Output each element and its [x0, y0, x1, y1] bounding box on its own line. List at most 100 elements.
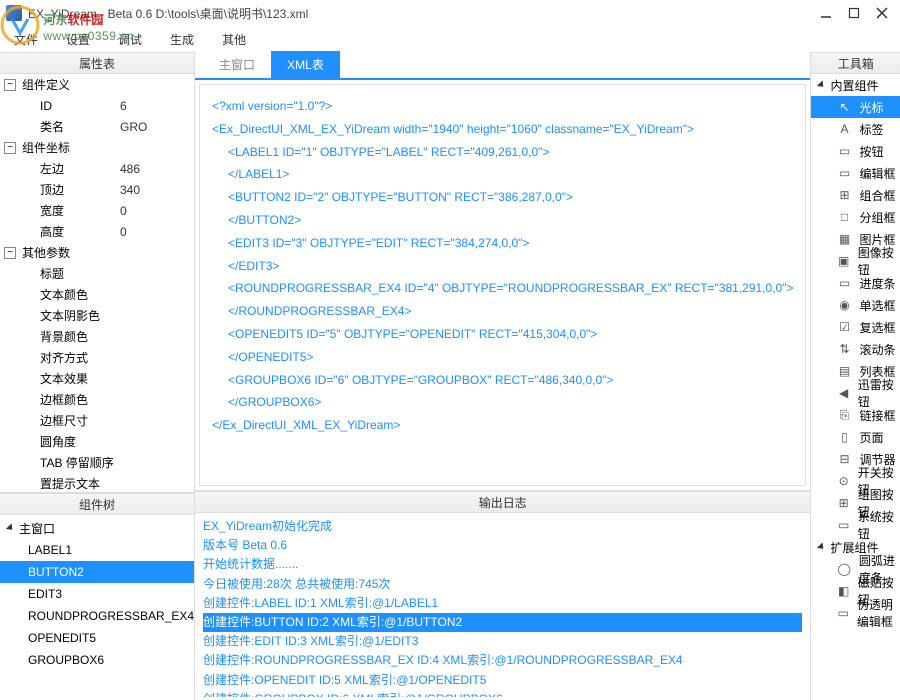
tool-icon: ▦ — [837, 232, 851, 246]
tool-group[interactable]: 内置组件 — [811, 74, 900, 96]
props-panel-header: 属性表 — [0, 52, 194, 74]
prop-row[interactable]: 左边486 — [0, 158, 194, 179]
tool-单选框[interactable]: ◉单选框 — [811, 294, 900, 316]
tool-icon: ◀ — [837, 386, 849, 400]
log-line[interactable]: 创建控件:GROUPBOX ID:6 XML索引:@1/GROUPBOX6 — [203, 690, 802, 697]
tool-标签[interactable]: A标签 — [811, 118, 900, 140]
prop-row[interactable]: 置提示文本 — [0, 473, 194, 492]
tool-按钮[interactable]: ▭按钮 — [811, 140, 900, 162]
menu-调试[interactable]: 调试 — [118, 31, 142, 48]
app-icon — [6, 5, 22, 21]
tool-页面[interactable]: ▯页面 — [811, 426, 900, 448]
log-line[interactable]: 创建控件:LABEL ID:1 XML索引:@1/LABEL1 — [203, 594, 802, 613]
tool-icon: ⊟ — [837, 452, 851, 466]
prop-group[interactable]: −其他参数 — [0, 242, 194, 263]
tool-icon: ◉ — [837, 298, 851, 312]
chevron-down-icon — [817, 80, 826, 89]
prop-row[interactable]: 标题 — [0, 263, 194, 284]
tool-icon: ⇅ — [837, 342, 851, 356]
prop-row[interactable]: 高度0 — [0, 221, 194, 242]
prop-row[interactable]: 类名GRO — [0, 116, 194, 137]
tree-item[interactable]: EDIT3 — [0, 583, 194, 605]
prop-row[interactable]: 圆角度 — [0, 431, 194, 452]
tool-分组框[interactable]: □分组框 — [811, 206, 900, 228]
expand-icon[interactable]: − — [4, 142, 16, 154]
tool-icon: ⊙ — [837, 474, 849, 488]
tool-滚动条[interactable]: ⇅滚动条 — [811, 338, 900, 360]
log-line[interactable]: 开始统计数据....... — [203, 555, 802, 574]
close-button[interactable] — [876, 7, 888, 19]
log-line[interactable]: 创建控件:OPENEDIT ID:5 XML索引:@1/OPENEDIT5 — [203, 671, 802, 690]
tree-item[interactable]: BUTTON2 — [0, 561, 194, 583]
xml-line: </OPENEDIT5> — [212, 346, 793, 369]
tool-图像按钮[interactable]: ▣图像按钮 — [811, 250, 900, 272]
tool-伪透明编辑框[interactable]: ▭伪透明编辑框 — [811, 602, 900, 624]
maximize-button[interactable] — [848, 7, 860, 19]
tool-系统按钮[interactable]: ▭系统按钮 — [811, 514, 900, 536]
menu-文件[interactable]: 文件 — [14, 31, 38, 48]
tool-icon: ⊞ — [837, 188, 851, 202]
menu-其他[interactable]: 其他 — [222, 31, 246, 48]
log-panel-header: 输出日志 — [195, 491, 810, 513]
props-panel: −组件定义ID6类名GRO−组件坐标左边486顶边340宽度0高度0−其他参数标… — [0, 74, 194, 492]
log-line[interactable]: EX_YiDream初始化完成 — [203, 517, 802, 536]
log-line[interactable]: 今日被使用:28次 总共被使用:745次 — [203, 575, 802, 594]
xml-line: </LABEL1> — [212, 163, 793, 186]
log-line[interactable]: 创建控件:ROUNDPROGRESSBAR_EX ID:4 XML索引:@1/R… — [203, 651, 802, 670]
tool-复选框[interactable]: ☑复选框 — [811, 316, 900, 338]
xml-line: <LABEL1 ID="1" OBJTYPE="LABEL" RECT="409… — [212, 141, 793, 164]
prop-row[interactable]: 边框尺寸 — [0, 410, 194, 431]
tree-panel-header: 组件树 — [0, 493, 194, 515]
menu-生成[interactable]: 生成 — [170, 31, 194, 48]
toolbox: 内置组件↖光标A标签▭按钮▭编辑框⊞组合框□分组框▦图片框▣图像按钮▭进度条◉单… — [811, 74, 900, 698]
prop-row[interactable]: ID6 — [0, 95, 194, 116]
log-line[interactable]: 创建控件:BUTTON ID:2 XML索引:@1/BUTTON2 — [203, 613, 802, 632]
tool-光标[interactable]: ↖光标 — [811, 96, 900, 118]
tool-icon: ⎘ — [837, 408, 851, 422]
prop-row[interactable]: 宽度0 — [0, 200, 194, 221]
xml-line: <BUTTON2 ID="2" OBJTYPE="BUTTON" RECT="3… — [212, 186, 793, 209]
minimize-button[interactable] — [820, 7, 832, 19]
tool-icon: ▭ — [837, 606, 848, 620]
expand-icon[interactable]: − — [4, 79, 16, 91]
tree-item[interactable]: ROUNDPROGRESSBAR_EX4 — [0, 605, 194, 627]
prop-row[interactable]: 顶边340 — [0, 179, 194, 200]
tool-icon: ▭ — [837, 144, 851, 158]
prop-row[interactable]: TAB 停留顺序 — [0, 452, 194, 473]
tool-进度条[interactable]: ▭进度条 — [811, 272, 900, 294]
tab-XML表[interactable]: XML表 — [271, 51, 340, 78]
prop-row[interactable]: 边框颜色 — [0, 389, 194, 410]
tool-icon: ◧ — [837, 584, 849, 598]
prop-row[interactable]: 背景颜色 — [0, 326, 194, 347]
log-line[interactable]: 创建控件:EDIT ID:3 XML索引:@1/EDIT3 — [203, 632, 802, 651]
tree-item[interactable]: GROUPBOX6 — [0, 649, 194, 671]
xml-line: <GROUPBOX6 ID="6" OBJTYPE="GROUPBOX" REC… — [212, 369, 793, 392]
tool-迅雷按钮[interactable]: ◀迅雷按钮 — [811, 382, 900, 404]
tool-链接框[interactable]: ⎘链接框 — [811, 404, 900, 426]
tree-root[interactable]: 主窗口 — [0, 517, 194, 539]
tool-icon: ☑ — [837, 320, 851, 334]
menu-设置[interactable]: 设置 — [66, 31, 90, 48]
prop-row[interactable]: 文本颜色 — [0, 284, 194, 305]
xml-line: <EDIT3 ID="3" OBJTYPE="EDIT" RECT="384,2… — [212, 232, 793, 255]
xml-view[interactable]: <?xml version="1.0"?><Ex_DirectUI_XML_EX… — [199, 84, 806, 486]
tool-组合框[interactable]: ⊞组合框 — [811, 184, 900, 206]
prop-row[interactable]: 文本阴影色 — [0, 305, 194, 326]
prop-group[interactable]: −组件坐标 — [0, 137, 194, 158]
prop-row[interactable]: 对齐方式 — [0, 347, 194, 368]
expand-icon[interactable]: − — [4, 247, 16, 259]
tool-编辑框[interactable]: ▭编辑框 — [811, 162, 900, 184]
tool-icon: □ — [837, 210, 851, 224]
xml-line: </ROUNDPROGRESSBAR_EX4> — [212, 300, 793, 323]
prop-group[interactable]: −组件定义 — [0, 74, 194, 95]
log-line[interactable]: 版本号 Beta 0.6 — [203, 536, 802, 555]
tree-item[interactable]: OPENEDIT5 — [0, 627, 194, 649]
component-tree: 主窗口LABEL1BUTTON2EDIT3ROUNDPROGRESSBAR_EX… — [0, 515, 194, 673]
prop-row[interactable]: 文本效果 — [0, 368, 194, 389]
chevron-down-icon — [6, 523, 15, 532]
tool-icon: A — [837, 122, 851, 136]
log-output[interactable]: EX_YiDream初始化完成版本号 Beta 0.6开始统计数据.......… — [195, 513, 810, 697]
tree-item[interactable]: LABEL1 — [0, 539, 194, 561]
xml-line: </BUTTON2> — [212, 209, 793, 232]
tab-主窗口[interactable]: 主窗口 — [203, 51, 271, 78]
